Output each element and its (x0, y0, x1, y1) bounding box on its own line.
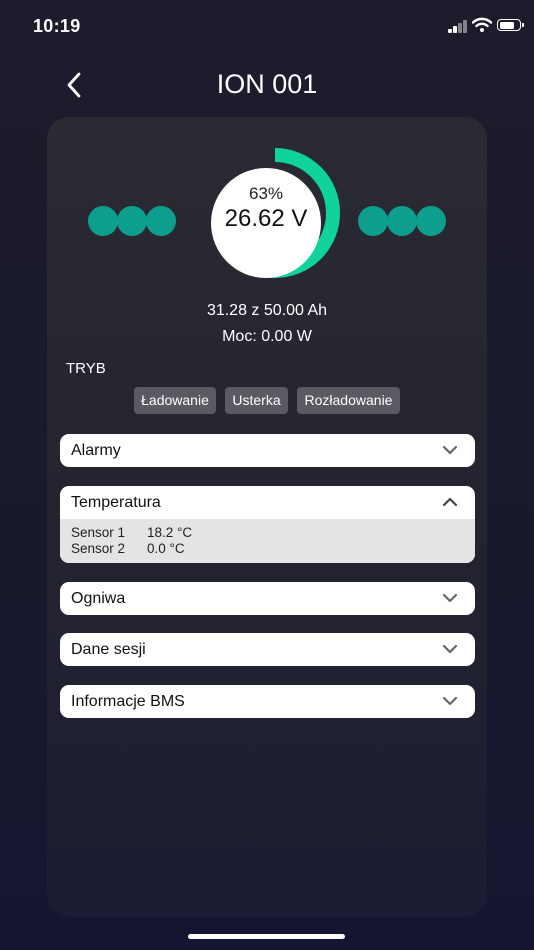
accordion-alarms[interactable]: Alarmy (60, 434, 475, 467)
chevron-down-icon (442, 593, 458, 603)
accordion-alarms-header[interactable]: Alarmy (60, 434, 475, 467)
battery-icon (497, 19, 524, 31)
accordion-session-title: Dane sesji (71, 641, 146, 658)
accordion-cells-title: Ogniwa (71, 590, 126, 607)
page-title: ION 001 (216, 69, 318, 99)
power-readout: Moc: 0.00 W (222, 328, 312, 345)
gauge-center: 63% 26.62 V (211, 168, 321, 278)
accordion-temperature-title: Temperatura (71, 494, 161, 511)
mode-discharging-button[interactable]: Rozładowanie (297, 387, 400, 414)
chevron-down-icon (442, 445, 458, 455)
sensor-row: Sensor 1 18.2 °C (71, 525, 464, 541)
sensor-value: 0.0 °C (147, 541, 185, 556)
accordion-bms[interactable]: Informacje BMS (60, 685, 475, 718)
mode-charging-button[interactable]: Ładowanie (134, 387, 216, 414)
mode-fault-button[interactable]: Usterka (225, 387, 288, 414)
accordion-cells[interactable]: Ogniwa (60, 582, 475, 615)
sensor-name: Sensor 2 (71, 541, 126, 556)
status-bar: 10:19 (0, 0, 534, 54)
chevron-down-icon (442, 644, 458, 654)
charge-percent: 63% (248, 184, 284, 203)
sensor-name: Sensor 1 (71, 525, 126, 540)
accordion-cells-header[interactable]: Ogniwa (60, 582, 475, 615)
right-cells-indicator (358, 206, 448, 236)
wifi-icon (472, 17, 492, 32)
accordion-temperature[interactable]: Temperatura Sensor 1 18.2 °C Sensor 2 0.… (60, 486, 475, 563)
voltage-value: 26.62 V (224, 205, 308, 232)
chevron-up-icon (442, 497, 458, 507)
accordion-bms-title: Informacje BMS (71, 693, 185, 710)
cellular-signal-icon (448, 19, 468, 33)
mode-label: TRYB (66, 360, 106, 377)
capacity-readout: 31.28 z 50.00 Ah (206, 302, 328, 319)
accordion-alarms-title: Alarmy (71, 442, 121, 459)
accordion-temperature-header[interactable]: Temperatura (60, 486, 475, 519)
chevron-down-icon (442, 696, 458, 706)
accordion-session[interactable]: Dane sesji (60, 633, 475, 666)
sensor-row: Sensor 2 0.0 °C (71, 541, 464, 557)
home-indicator[interactable] (188, 934, 345, 939)
status-time: 10:19 (33, 16, 81, 36)
battery-card: 63% 26.62 V 31.28 z 50.00 Ah Moc: 0.00 W… (47, 117, 487, 917)
accordion-bms-header[interactable]: Informacje BMS (60, 685, 475, 718)
nav-bar: ION 001 (0, 60, 534, 110)
accordion-session-header[interactable]: Dane sesji (60, 633, 475, 666)
temperature-list: Sensor 1 18.2 °C Sensor 2 0.0 °C (60, 519, 475, 563)
left-cells-indicator (88, 206, 178, 236)
sensor-value: 18.2 °C (147, 525, 193, 540)
